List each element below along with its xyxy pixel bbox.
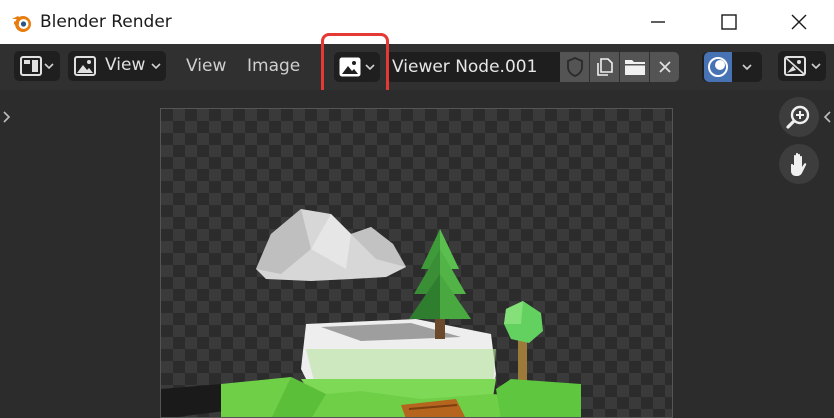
fake-user-button[interactable]	[560, 52, 589, 82]
unlink-image-button[interactable]	[650, 52, 679, 82]
open-image-button[interactable]	[620, 52, 649, 82]
close-window-button[interactable]	[764, 0, 834, 44]
chevron-down-icon	[151, 63, 161, 70]
view-mode-label: View	[105, 55, 146, 75]
zoom-button[interactable]	[779, 97, 819, 137]
image-editor-header: View View Image Viewer Node.001	[0, 44, 834, 90]
chevron-down-icon	[44, 63, 54, 70]
chevron-down-icon	[742, 64, 752, 71]
menu-view[interactable]: View	[186, 56, 226, 76]
image-viewport[interactable]	[0, 90, 834, 418]
overlay-toggle[interactable]	[704, 52, 732, 82]
overlay-icon	[708, 57, 728, 77]
chevron-right-icon[interactable]	[2, 110, 12, 124]
blender-logo-icon	[12, 16, 31, 32]
x-icon	[658, 61, 671, 73]
window-titlebar: Blender Render	[0, 0, 834, 44]
image-editor-icon	[20, 56, 42, 76]
hand-icon	[791, 152, 807, 176]
image-name-field[interactable]: Viewer Node.001	[386, 52, 560, 82]
shield-icon	[566, 57, 583, 77]
pan-button[interactable]	[779, 144, 819, 184]
minimize-icon	[651, 21, 665, 23]
chevron-left-icon[interactable]	[822, 110, 832, 124]
display-channels-icon	[784, 56, 806, 76]
window-title: Blender Render	[40, 12, 172, 32]
duplicate-icon	[596, 58, 613, 76]
maximize-icon	[721, 14, 737, 30]
highlight-box	[321, 33, 389, 98]
display-channels-dropdown[interactable]	[778, 51, 826, 81]
image-name-text: Viewer Node.001	[392, 57, 538, 77]
overlay-dropdown[interactable]	[702, 52, 762, 82]
maximize-button[interactable]	[694, 0, 764, 44]
image-icon	[74, 56, 96, 76]
minimize-button[interactable]	[623, 0, 693, 44]
close-icon	[791, 14, 807, 30]
editor-type-dropdown[interactable]	[14, 51, 60, 81]
folder-icon	[624, 60, 645, 75]
render-image	[160, 108, 673, 418]
menu-image[interactable]: Image	[247, 56, 300, 76]
view-mode-dropdown[interactable]: View	[68, 51, 166, 81]
zoom-in-icon	[786, 105, 810, 129]
new-image-button[interactable]	[590, 52, 619, 82]
rendered-scene	[161, 209, 581, 417]
chevron-down-icon	[811, 63, 821, 70]
